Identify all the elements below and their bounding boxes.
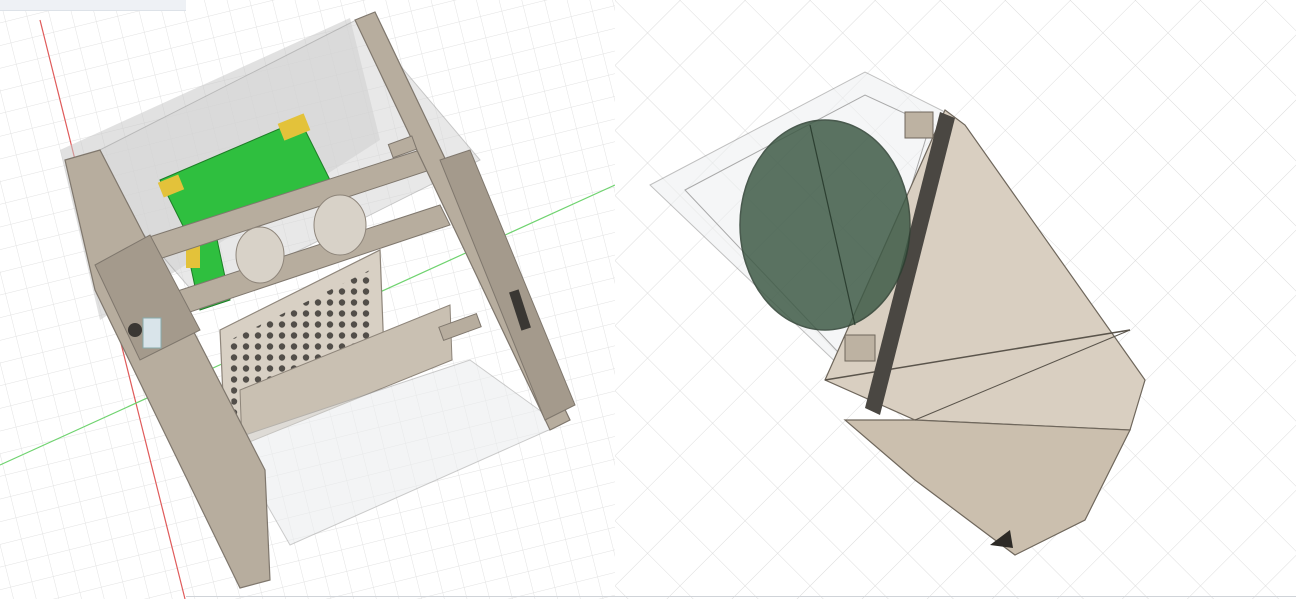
bracket-bottom <box>844 334 876 362</box>
cylinder-a <box>313 194 367 256</box>
bottom-rule <box>186 596 1296 597</box>
corner-tab <box>0 0 186 11</box>
viewport-right[interactable] <box>615 0 1296 599</box>
cylinder-b <box>235 226 285 284</box>
mount-hole <box>128 323 142 337</box>
bracket-top <box>904 111 934 139</box>
cube-frame-model <box>0 0 615 599</box>
standoff <box>142 317 162 349</box>
lens <box>739 119 911 331</box>
viewport-left[interactable] <box>0 0 615 599</box>
optic-housing-model <box>615 0 1296 599</box>
